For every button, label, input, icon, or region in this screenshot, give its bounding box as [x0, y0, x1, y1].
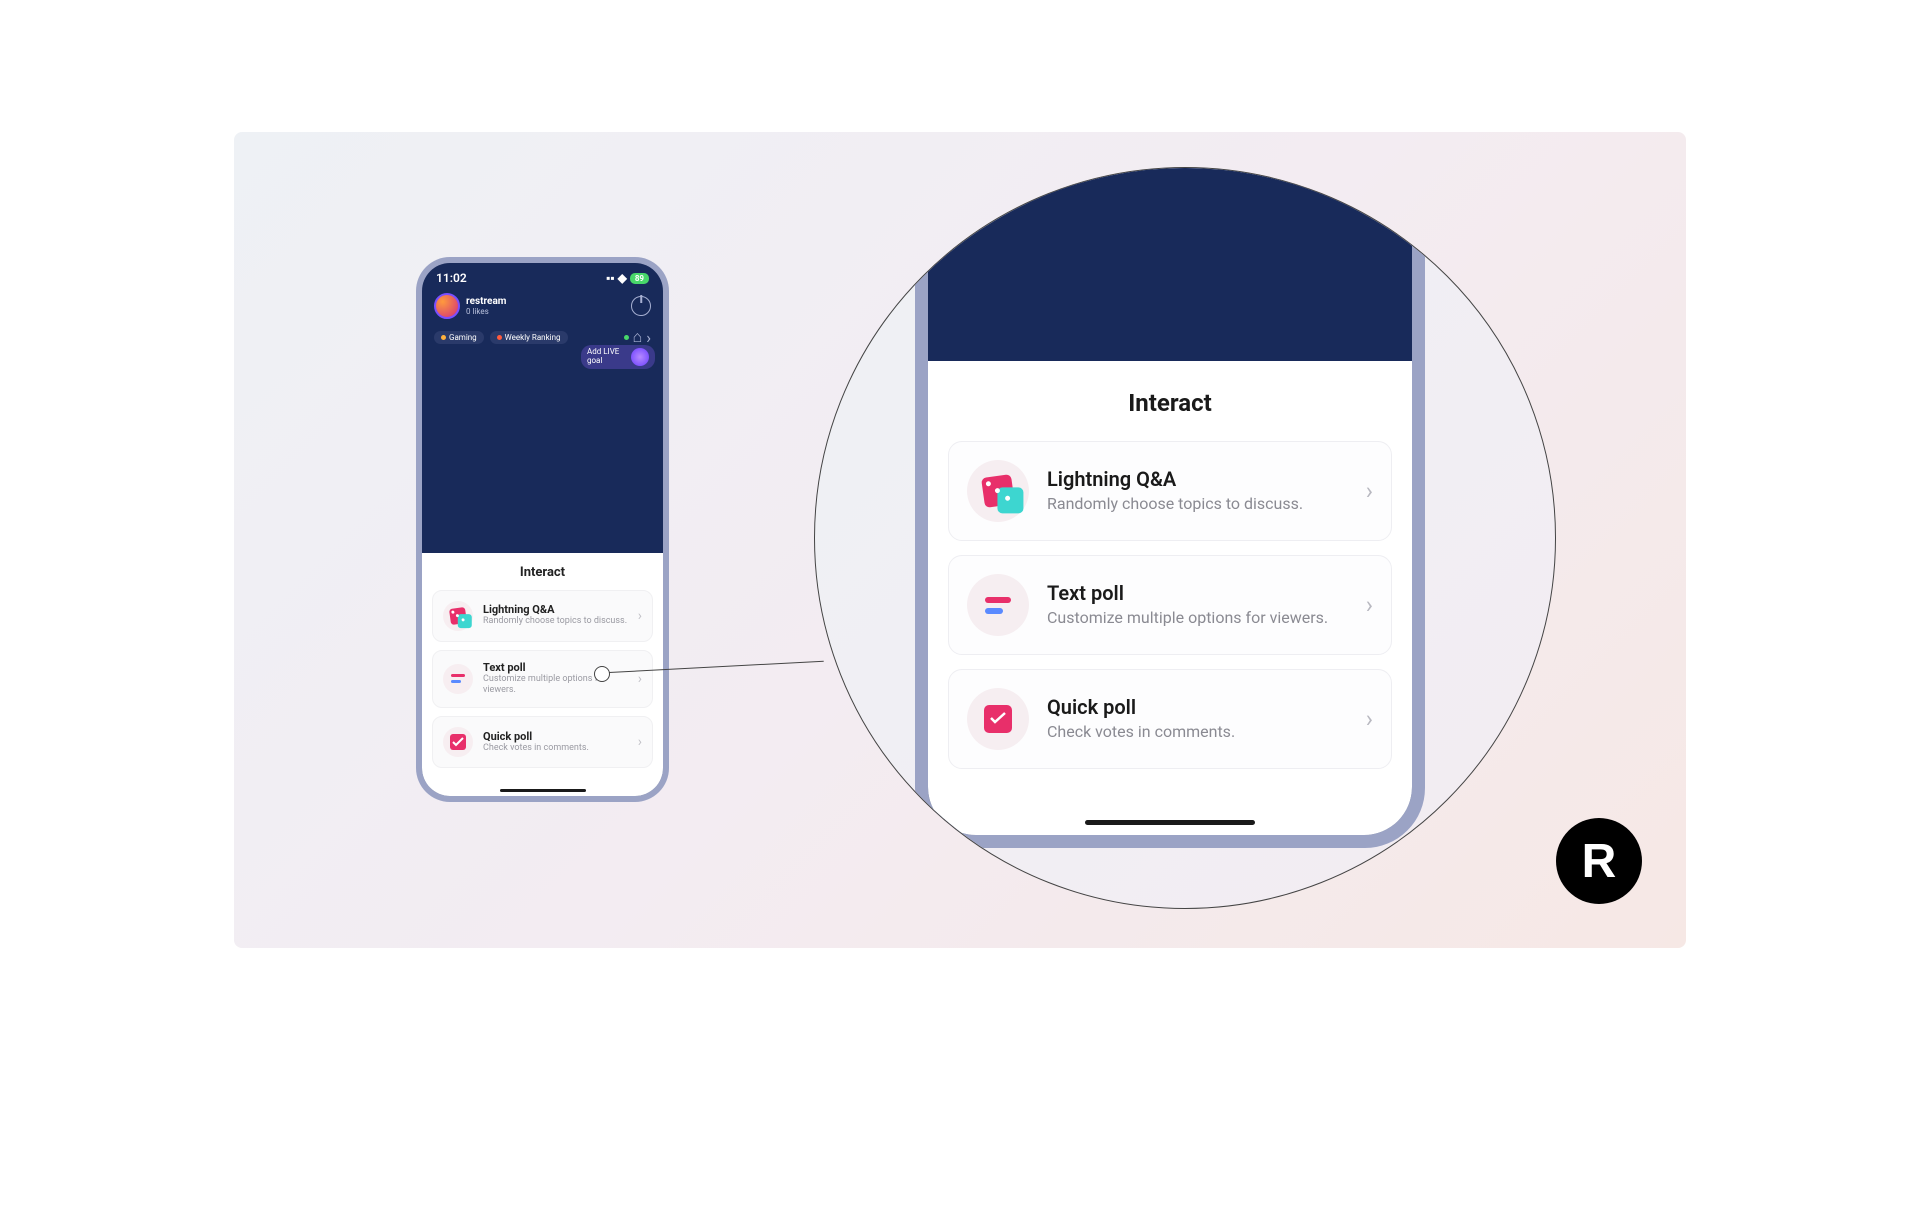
magnifier-lens: Interact Lightning Q&A Randomly choose t…	[814, 167, 1556, 909]
clock: 11:02	[436, 271, 467, 285]
chevron-right-icon: ›	[646, 328, 651, 347]
tag-more[interactable]: ⌂ ›	[624, 327, 651, 347]
zoom-card-quick-poll[interactable]: Quick poll Check votes in comments. ›	[948, 669, 1392, 769]
home-icon: ⌂	[633, 327, 643, 347]
zoom-phone-screen: Interact Lightning Q&A Randomly choose t…	[928, 167, 1412, 835]
profile-row: restream 0 likes	[422, 289, 663, 323]
check-icon	[967, 688, 1029, 750]
card-quick-poll[interactable]: Quick poll Check votes in comments. ›	[432, 716, 653, 768]
poll-icon	[967, 574, 1029, 636]
zoom-card-text-poll[interactable]: Text poll Customize multiple options for…	[948, 555, 1392, 655]
zoom-sheet-title: Interact	[948, 389, 1392, 417]
chevron-right-icon: ›	[638, 671, 642, 687]
card-lightning-qa[interactable]: Lightning Q&A Randomly choose topics to …	[432, 590, 653, 642]
phone-screen: 11:02 ▪▪ ◆ 89 restream 0 likes G	[422, 263, 663, 796]
status-bar: 11:02 ▪▪ ◆ 89	[422, 263, 663, 289]
live-dot-icon	[624, 335, 629, 340]
username: restream	[466, 297, 506, 307]
zoom-interact-sheet: Interact Lightning Q&A Randomly choose t…	[928, 361, 1412, 835]
like-count: 0 likes	[466, 307, 506, 316]
interact-sheet: Interact Lightning Q&A Randomly choose t…	[422, 553, 663, 796]
chevron-right-icon: ›	[1366, 591, 1373, 619]
power-icon[interactable]	[631, 296, 651, 316]
restream-logo: R	[1556, 818, 1642, 904]
sheet-title: Interact	[432, 565, 653, 580]
zoom-home-indicator[interactable]	[1085, 820, 1255, 825]
zoom-phone-frame: Interact Lightning Q&A Randomly choose t…	[915, 167, 1425, 848]
poll-icon	[443, 664, 473, 694]
card-text-poll[interactable]: Text poll Customize multiple options for…	[432, 650, 653, 708]
tag-gaming[interactable]: Gaming	[434, 331, 484, 344]
goal-orb-icon	[631, 348, 649, 366]
chevron-right-icon: ›	[638, 734, 642, 750]
chevron-right-icon: ›	[1366, 705, 1373, 733]
dice-icon	[443, 601, 473, 631]
add-live-goal[interactable]: Add LIVE goal	[581, 345, 655, 369]
phone-frame: 11:02 ▪▪ ◆ 89 restream 0 likes G	[416, 257, 669, 802]
chevron-right-icon: ›	[1366, 477, 1373, 505]
battery-icon: 89	[630, 273, 649, 284]
home-indicator[interactable]	[500, 789, 586, 792]
signal-icon: ▪▪	[606, 271, 615, 285]
tag-ranking[interactable]: Weekly Ranking	[490, 331, 568, 344]
dice-icon	[967, 460, 1029, 522]
magnifier-origin	[594, 666, 610, 682]
chevron-right-icon: ›	[638, 608, 642, 624]
check-icon	[443, 727, 473, 757]
wifi-icon: ◆	[618, 271, 627, 285]
stage: 11:02 ▪▪ ◆ 89 restream 0 likes G	[234, 132, 1686, 948]
avatar[interactable]	[434, 293, 460, 319]
zoom-card-lightning-qa[interactable]: Lightning Q&A Randomly choose topics to …	[948, 441, 1392, 541]
